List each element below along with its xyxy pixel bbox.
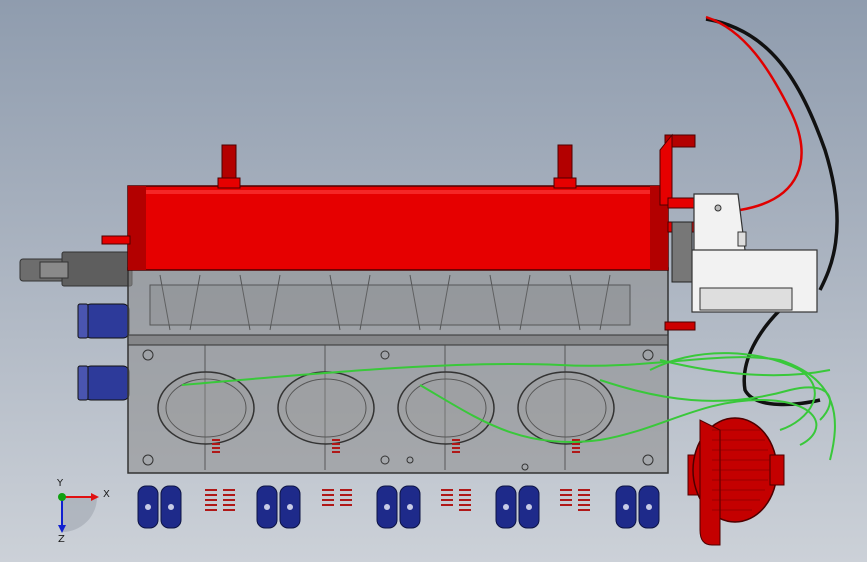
y-axis-label: Y: [57, 478, 64, 489]
spring-pair-4: [560, 489, 590, 511]
retainer-pair-3: [376, 485, 421, 529]
exploded-parts[interactable]: [137, 485, 660, 529]
retainer-pair-2: [256, 485, 301, 529]
spring-pair-1: [205, 489, 235, 511]
stepper-motor[interactable]: [664, 193, 818, 331]
red-wire: [705, 15, 803, 212]
left-caps[interactable]: [77, 303, 130, 401]
y-axis-dot: [58, 493, 66, 501]
retainer-pair-4: [495, 485, 540, 529]
retainer-pair-5: [615, 485, 660, 529]
cad-viewport[interactable]: X Y Z: [0, 0, 867, 562]
x-axis-label: X: [103, 489, 110, 500]
retainer-pair-1: [137, 485, 182, 529]
spring-pair-3: [441, 489, 471, 511]
z-axis-label: Z: [58, 534, 65, 545]
coordinate-triad[interactable]: [58, 493, 99, 533]
cylinder-head[interactable]: [101, 133, 697, 271]
left-fitting[interactable]: [19, 251, 133, 287]
spring-pair-2: [322, 489, 352, 506]
engine-assembly-model[interactable]: [0, 0, 867, 562]
pump-motor[interactable]: [687, 417, 785, 546]
